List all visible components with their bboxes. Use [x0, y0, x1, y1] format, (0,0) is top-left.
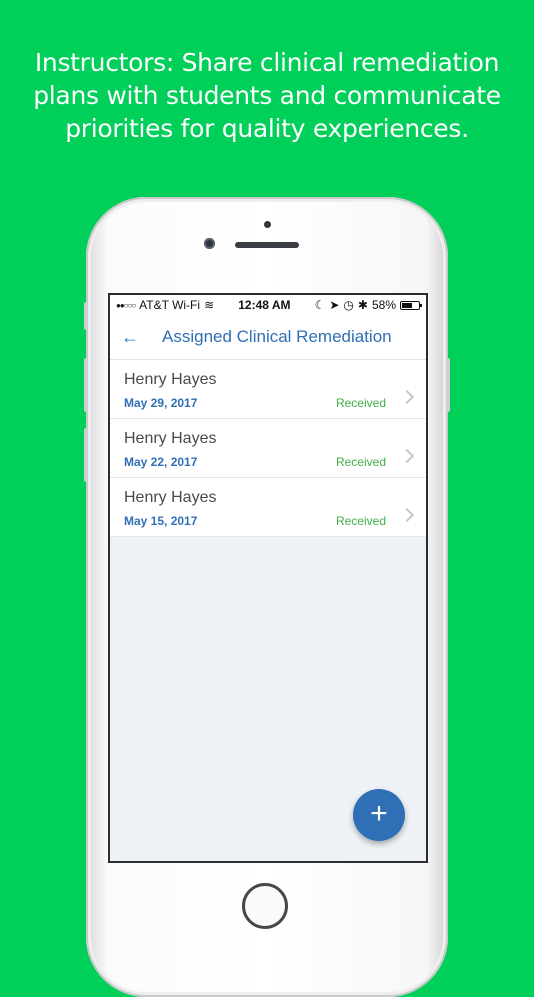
phone-power-button: [446, 358, 450, 412]
chevron-right-icon: [399, 507, 415, 523]
phone-screen: ●●○○○ AT&T Wi-Fi ≋ 12:48 AM ☾ ➤ ◷ ✱ 58% …: [108, 293, 428, 863]
bluetooth-icon: ✱: [357, 298, 368, 312]
student-name: Henry Hayes: [124, 371, 217, 388]
remediation-list: Henry Hayes May 29, 2017 Received Henry …: [110, 360, 426, 537]
remediation-date: May 15, 2017: [124, 514, 198, 528]
status-label: Received: [335, 455, 386, 469]
promo-line: plans with students and communicate: [33, 81, 501, 110]
wifi-icon: ≋: [204, 298, 215, 312]
back-arrow-icon[interactable]: ←: [110, 315, 150, 359]
phone-volume-up: [84, 358, 88, 412]
remediation-date: May 22, 2017: [124, 455, 198, 469]
proximity-sensor: [264, 221, 271, 228]
moon-icon: ☾: [314, 298, 326, 312]
phone-volume-down: [84, 428, 88, 482]
status-bar: ●●○○○ AT&T Wi-Fi ≋ 12:48 AM ☾ ➤ ◷ ✱ 58%: [110, 295, 426, 315]
clock: 12:48 AM: [238, 298, 291, 312]
home-button: [242, 883, 288, 929]
navigation-bar: ← Assigned Clinical Remediation: [110, 315, 426, 360]
promo-line: priorities for quality experiences.: [65, 114, 469, 143]
student-name: Henry Hayes: [124, 430, 217, 447]
remediation-date: May 29, 2017: [124, 396, 198, 410]
phone-mute-switch: [84, 302, 88, 330]
chevron-right-icon: [399, 389, 415, 405]
battery-percent: 58%: [371, 298, 396, 312]
earpiece-speaker: [235, 242, 299, 248]
remediation-row[interactable]: Henry Hayes May 29, 2017 Received: [110, 360, 426, 419]
location-arrow-icon: ➤: [329, 298, 340, 312]
alarm-icon: ◷: [343, 298, 354, 312]
signal-strength-icon: ●●○○○: [116, 300, 136, 310]
remediation-row[interactable]: Henry Hayes May 15, 2017 Received: [110, 478, 426, 537]
front-camera-icon: [204, 238, 215, 249]
add-remediation-button[interactable]: +: [353, 789, 405, 841]
chevron-right-icon: [399, 448, 415, 464]
promo-line: Instructors: Share clinical remediation: [34, 48, 500, 77]
promo-headline: Instructors: Share clinical remediation …: [0, 46, 534, 145]
student-name: Henry Hayes: [124, 489, 217, 506]
plus-icon: +: [370, 797, 388, 830]
page-title: Assigned Clinical Remediation: [162, 327, 392, 346]
battery-icon: [400, 300, 422, 310]
status-label: Received: [335, 396, 386, 410]
carrier-label: AT&T Wi-Fi: [139, 298, 201, 312]
status-label: Received: [335, 514, 386, 528]
remediation-row[interactable]: Henry Hayes May 22, 2017 Received: [110, 419, 426, 478]
